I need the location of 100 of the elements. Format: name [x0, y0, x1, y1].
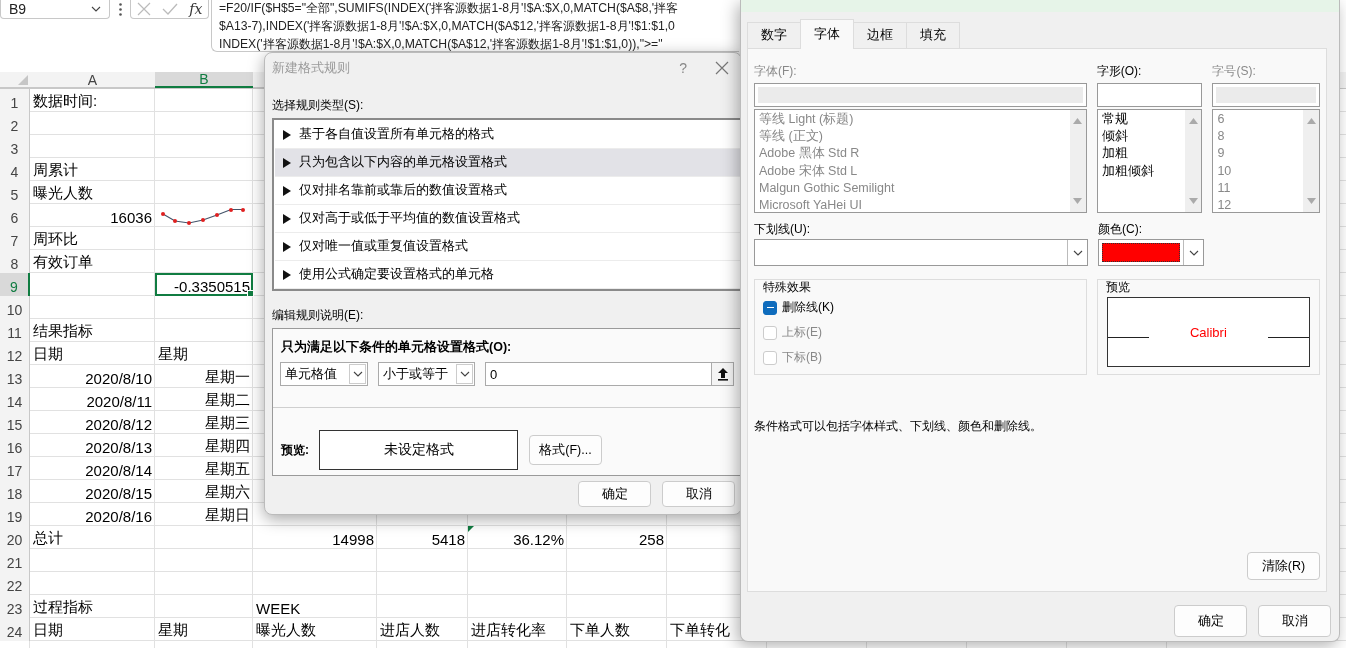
row-number[interactable]: 3: [0, 135, 30, 158]
name-box[interactable]: B9: [0, 0, 110, 19]
row-number[interactable]: 2: [0, 112, 30, 135]
dropdown[interactable]: 小于或等于: [378, 362, 475, 386]
row-number[interactable]: 15: [0, 411, 30, 434]
dialog-button[interactable]: 确定: [1174, 605, 1247, 637]
scroll-up-icon[interactable]: [1306, 118, 1316, 124]
row-number[interactable]: 23: [0, 595, 30, 618]
row-number[interactable]: 8: [0, 250, 30, 273]
table-cell[interactable]: 下单人数: [570, 621, 630, 640]
table-cell[interactable]: 周环比: [33, 230, 78, 249]
underline-dropdown[interactable]: [754, 239, 1088, 266]
row-number[interactable]: 13: [0, 365, 30, 388]
table-cell[interactable]: 数据时间:: [33, 92, 98, 111]
row-number[interactable]: 9: [0, 273, 30, 296]
table-cell[interactable]: 星期二: [205, 391, 250, 410]
table-cell[interactable]: WEEK: [256, 600, 301, 617]
table-cell[interactable]: 日期: [33, 621, 63, 640]
scroll-down-icon[interactable]: [1188, 198, 1198, 204]
table-cell[interactable]: 星期四: [205, 437, 250, 456]
scroll-up-icon[interactable]: [1188, 118, 1198, 124]
table-cell[interactable]: 258: [638, 531, 664, 548]
table-cell[interactable]: 曝光人数: [256, 621, 316, 640]
table-cell[interactable]: 16036: [110, 209, 152, 226]
row-number[interactable]: 11: [0, 319, 30, 342]
table-cell[interactable]: 星期五: [205, 460, 250, 479]
check-icon[interactable]: [161, 3, 178, 15]
tab[interactable]: 填充: [906, 22, 960, 48]
table-cell[interactable]: 进店人数: [380, 621, 440, 640]
table-cell[interactable]: 2020/8/13: [85, 439, 152, 456]
table-cell[interactable]: 总计: [33, 529, 63, 548]
scrollbar[interactable]: [1185, 110, 1202, 212]
table-cell[interactable]: 星期: [158, 621, 188, 640]
table-cell[interactable]: 日期: [33, 345, 63, 364]
scroll-down-icon[interactable]: [1073, 198, 1083, 204]
table-cell[interactable]: 2020/8/15: [85, 485, 152, 502]
format-button[interactable]: 格式(F)...: [529, 435, 602, 465]
row-number[interactable]: 14: [0, 388, 30, 411]
row-number[interactable]: 7: [0, 227, 30, 250]
more-icon[interactable]: [119, 3, 122, 16]
scroll-up-icon[interactable]: [1073, 118, 1083, 124]
row-number[interactable]: 4: [0, 158, 30, 181]
dialog-button[interactable]: 确定: [578, 481, 651, 507]
table-cell[interactable]: 星期六: [205, 483, 250, 502]
dropdown[interactable]: 单元格值: [280, 362, 368, 386]
checkbox[interactable]: [763, 300, 777, 315]
value-field[interactable]: 0: [485, 362, 734, 386]
table-cell[interactable]: 过程指标: [33, 598, 93, 617]
row-number[interactable]: 1: [0, 89, 30, 112]
table-cell[interactable]: 2020/8/10: [85, 370, 152, 387]
row-number[interactable]: 5: [0, 181, 30, 204]
row-number[interactable]: 17: [0, 457, 30, 480]
row-number[interactable]: 20: [0, 526, 30, 549]
column-header[interactable]: A: [30, 72, 155, 88]
dialog-button[interactable]: 取消: [662, 481, 735, 507]
scroll-down-icon[interactable]: [1306, 198, 1316, 204]
table-cell[interactable]: 14998: [332, 531, 374, 548]
list-item[interactable]: 倾斜: [1101, 128, 1182, 146]
dialog-button[interactable]: 取消: [1258, 605, 1331, 637]
table-cell[interactable]: 进店转化率: [471, 621, 546, 640]
scrollbar[interactable]: [1303, 110, 1319, 212]
close-icon[interactable]: [715, 61, 729, 75]
table-cell[interactable]: 有效订单: [33, 253, 93, 272]
row-number[interactable]: 16: [0, 434, 30, 457]
clear-button[interactable]: 清除(R): [1247, 552, 1320, 580]
table-cell[interactable]: 2020/8/14: [85, 462, 152, 479]
table-cell[interactable]: 2020/8/16: [85, 508, 152, 525]
table-cell[interactable]: 星期三: [205, 414, 250, 433]
table-cell[interactable]: 星期一: [205, 368, 250, 387]
table-cell[interactable]: 5418: [431, 531, 465, 548]
tab[interactable]: 字体: [800, 19, 854, 49]
font-style-list[interactable]: 常规 倾斜 加粗 加粗倾斜: [1096, 109, 1203, 213]
table-cell[interactable]: 周累计: [33, 161, 78, 180]
row-number[interactable]: 12: [0, 342, 30, 365]
list-item[interactable]: 常规: [1101, 111, 1182, 129]
color-dropdown[interactable]: [1098, 239, 1204, 266]
row-number[interactable]: 19: [0, 503, 30, 526]
table-cell[interactable]: 2020/8/12: [85, 416, 152, 433]
row-number[interactable]: 18: [0, 480, 30, 503]
list-item[interactable]: 加粗: [1101, 145, 1182, 163]
font-style-field[interactable]: [1096, 83, 1203, 107]
row-number[interactable]: 6: [0, 204, 30, 227]
function-button[interactable]: fx: [189, 1, 203, 17]
row-number[interactable]: 22: [0, 572, 30, 595]
table-cell[interactable]: 2020/8/11: [86, 393, 152, 410]
table-cell[interactable]: 结果指标: [33, 322, 93, 341]
rule-type-list[interactable]: 基于各自值设置所有单元格的格式 只为包含以下内容的单元格设置格式 仅对排名靠前或靠后的数值设置格式 仅对高于或低于平均值的数值设置格式 仅对唯一值或重复值设置格式 使用公式确定要设置格式的单元格: [272, 118, 741, 291]
scrollbar[interactable]: [1069, 110, 1086, 212]
row-number[interactable]: 24: [0, 618, 30, 641]
list-item[interactable]: 只为包含以下内容的单元格设置格式: [275, 149, 741, 177]
row-number[interactable]: 21: [0, 549, 30, 572]
tab[interactable]: 数字: [747, 22, 801, 48]
table-cell[interactable]: 星期日: [205, 506, 250, 525]
cancel-icon[interactable]: [136, 2, 151, 16]
column-header[interactable]: B: [155, 72, 253, 88]
table-cell[interactable]: -0.3350515: [155, 273, 253, 296]
list-item[interactable]: 加粗倾斜: [1101, 162, 1182, 180]
collapse-button[interactable]: [711, 363, 733, 385]
select-all-icon[interactable]: [18, 75, 28, 85]
table-cell[interactable]: 曝光人数: [33, 184, 93, 203]
